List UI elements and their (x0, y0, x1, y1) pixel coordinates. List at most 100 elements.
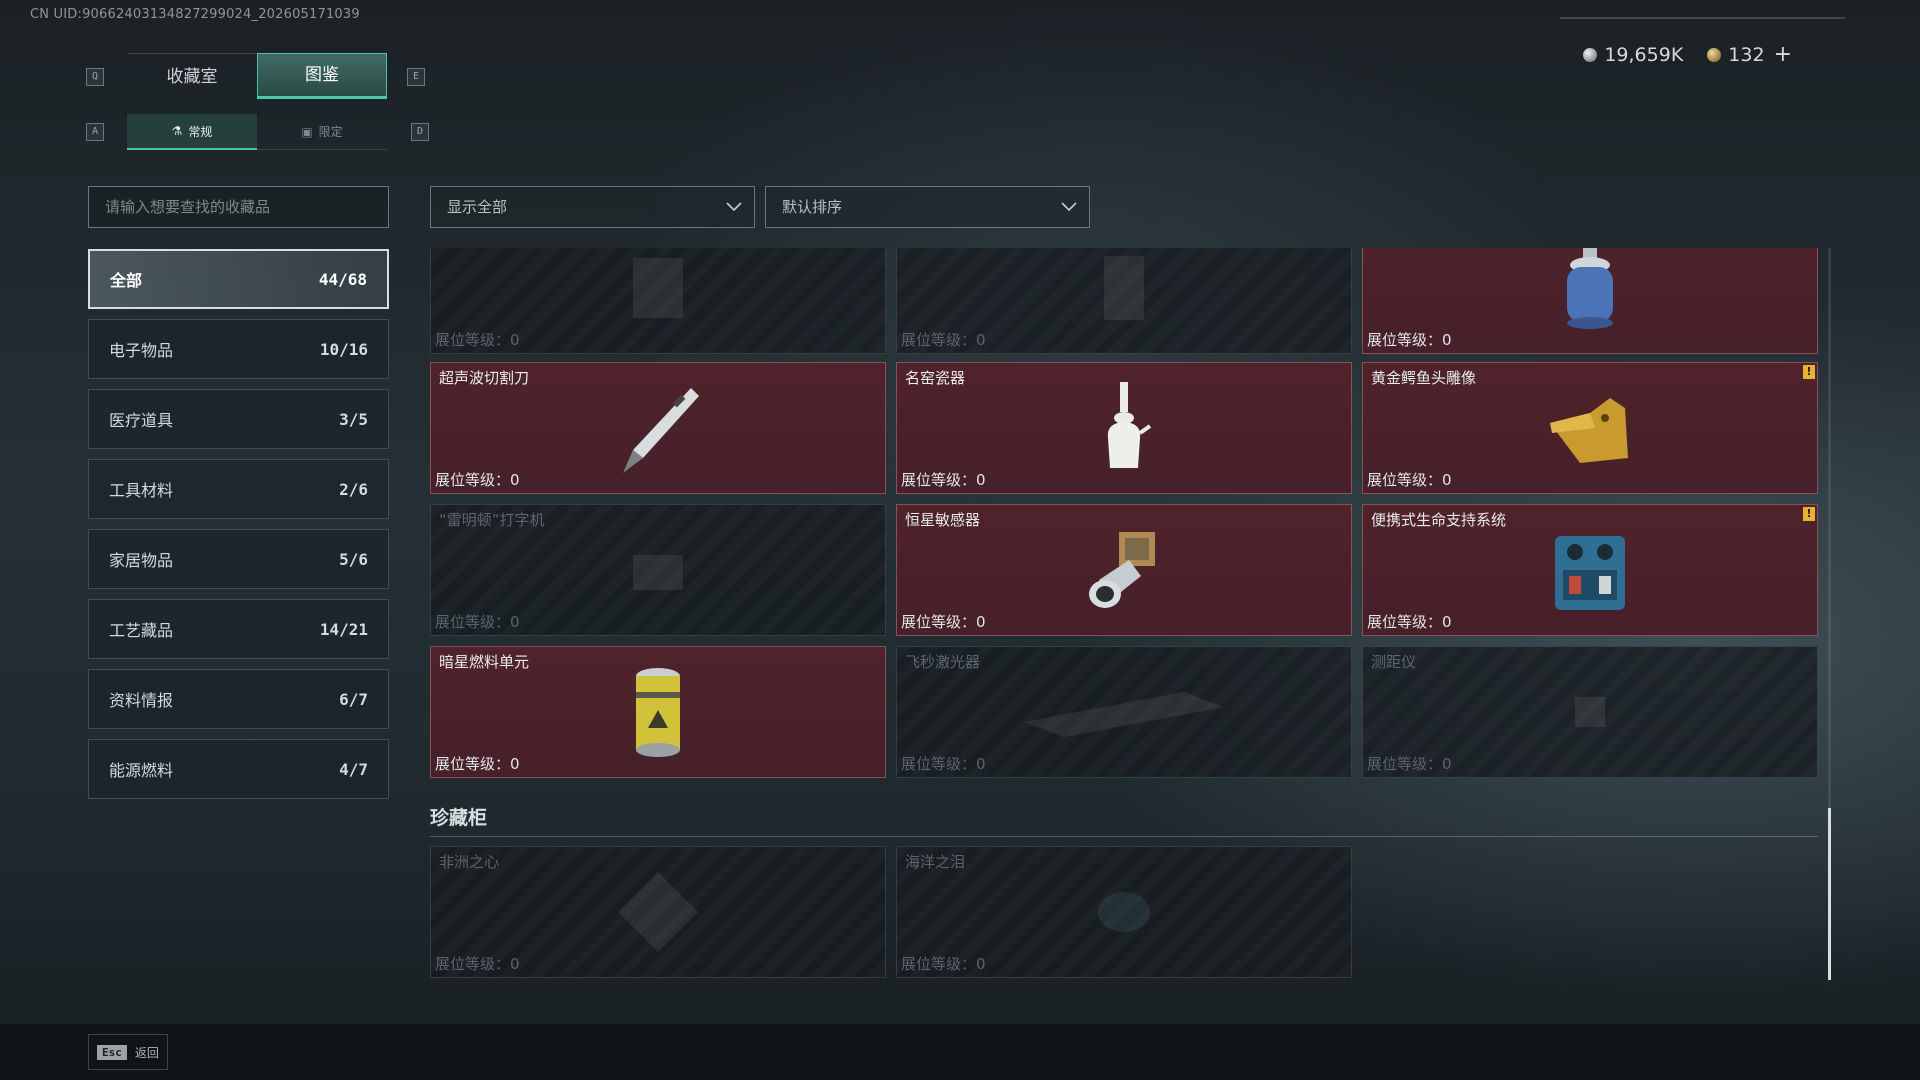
card-name: 非洲之心 (439, 853, 500, 871)
category-count: 4/7 (339, 759, 368, 779)
collection-card[interactable]: 黄金鳄鱼头雕像 ! 展位等级：0 (1362, 362, 1818, 494)
gem-icon (1098, 892, 1150, 932)
category-count: 6/7 (339, 689, 368, 709)
collection-card[interactable]: 海洋之泪 展位等级：0 (896, 846, 1352, 978)
flask-icon: ⚗ (171, 124, 183, 138)
card-level: 展位等级：0 (901, 755, 986, 773)
chevron-down-icon (1061, 202, 1077, 212)
image-icon: ▣ (301, 124, 313, 139)
section-divider (430, 836, 1818, 837)
category-label: 电子物品 (109, 341, 174, 360)
bottom-bar (0, 1024, 1920, 1080)
category-fuel[interactable]: 能源燃料 4/7 (88, 739, 389, 799)
filter-dropdown-value: 显示全部 (447, 198, 508, 216)
category-label: 工艺藏品 (109, 621, 174, 640)
card-name: 超声波切割刀 (439, 369, 530, 387)
subtab-limited-label: 限定 (318, 125, 343, 139)
category-count: 14/21 (319, 619, 368, 639)
key-hint-d[interactable]: D (411, 123, 429, 141)
key-hint-q[interactable]: Q (86, 68, 104, 86)
tab-catalog[interactable]: 图鉴 (257, 53, 387, 99)
generic-item-icon (633, 258, 683, 318)
category-label: 工具材料 (109, 481, 174, 500)
collection-card[interactable]: 测距仪 展位等级：0 (1362, 646, 1818, 778)
currency-bar: 19,659K 132 + (1583, 42, 1792, 67)
category-all[interactable]: 全部 44/68 (88, 249, 389, 309)
collection-grid: 展位等级：0 展位等级：0 展位等级：0 超声波切割刀 展位等级：0 名窑瓷器 (430, 248, 1818, 978)
collection-card[interactable]: 暗星燃料单元 展位等级：0 (430, 646, 886, 778)
life-support-icon (1555, 536, 1625, 610)
card-name: 恒星敏感器 (905, 511, 981, 529)
gold-coin-icon (1707, 47, 1722, 62)
gold-amount: 132 (1728, 43, 1765, 66)
back-label: 返回 (134, 1045, 159, 1060)
back-button[interactable]: Esc 返回 (88, 1034, 168, 1070)
card-level: 展位等级：0 (901, 955, 986, 973)
card-name: 黄金鳄鱼头雕像 (1371, 369, 1477, 387)
sort-dropdown[interactable]: 默认排序 (765, 186, 1090, 228)
category-label: 能源燃料 (109, 761, 174, 780)
sort-dropdown-value: 默认排序 (782, 198, 843, 216)
card-level: 展位等级：0 (435, 471, 520, 489)
alert-badge: ! (1803, 507, 1815, 521)
category-crafts[interactable]: 工艺藏品 14/21 (88, 599, 389, 659)
silver-coin-icon (1583, 47, 1598, 62)
collection-card[interactable]: 展位等级：0 (430, 248, 886, 354)
top-divider (1560, 17, 1845, 19)
collection-card[interactable]: 飞秒激光器 展位等级：0 (896, 646, 1352, 778)
add-currency-button[interactable]: + (1774, 42, 1792, 67)
subtab-regular-label: 常规 (188, 124, 213, 139)
card-level: 展位等级：0 (1367, 613, 1452, 631)
filter-dropdown[interactable]: 显示全部 (430, 186, 755, 228)
key-hint-e[interactable]: E (407, 68, 425, 86)
collection-card[interactable]: 展位等级：0 (896, 248, 1352, 354)
collection-card[interactable]: 名窑瓷器 展位等级：0 (896, 362, 1352, 494)
category-count: 5/6 (339, 549, 368, 569)
key-hint-a[interactable]: A (86, 123, 104, 141)
collection-card[interactable]: 非洲之心 展位等级：0 (430, 846, 886, 978)
generic-item-icon (1104, 256, 1144, 320)
card-name: “雷明顿”打字机 (439, 511, 545, 529)
category-tools[interactable]: 工具材料 2/6 (88, 459, 389, 519)
scrollbar-thumb[interactable] (1828, 808, 1831, 980)
laser-icon (1024, 692, 1224, 737)
card-level: 展位等级：0 (435, 955, 520, 973)
category-household[interactable]: 家居物品 5/6 (88, 529, 389, 589)
main-tabs: 收藏室 图鉴 (127, 53, 387, 99)
category-label: 资料情报 (109, 691, 174, 710)
category-electronics[interactable]: 电子物品 10/16 (88, 319, 389, 379)
alert-badge: ! (1803, 365, 1815, 379)
collection-card[interactable]: 展位等级：0 (1362, 248, 1818, 354)
collection-card[interactable]: 恒星敏感器 展位等级：0 (896, 504, 1352, 636)
collection-card[interactable]: 便携式生命支持系统 ! 展位等级：0 (1362, 504, 1818, 636)
gas-canister-icon (1567, 248, 1613, 330)
card-name: 飞秒激光器 (905, 653, 981, 671)
category-intel[interactable]: 资料情报 6/7 (88, 669, 389, 729)
silver-currency: 19,659K (1583, 44, 1683, 66)
card-level: 展位等级：0 (1367, 331, 1452, 349)
uid-label: CN UID:90662403134827299024_202605171039 (30, 7, 360, 22)
tab-collection-room[interactable]: 收藏室 (127, 53, 257, 99)
category-count: 3/5 (339, 409, 368, 429)
rangefinder-icon (1575, 697, 1605, 727)
card-level: 展位等级：0 (435, 613, 520, 631)
chevron-down-icon (726, 202, 742, 212)
collection-card[interactable]: “雷明顿”打字机 展位等级：0 (430, 504, 886, 636)
category-count: 2/6 (339, 479, 368, 499)
star-sensor-icon (1089, 532, 1155, 608)
subtab-limited[interactable]: ▣ 限定 (257, 114, 387, 150)
card-level: 展位等级：0 (1367, 471, 1452, 489)
collection-card[interactable]: 超声波切割刀 展位等级：0 (430, 362, 886, 494)
subtab-regular[interactable]: ⚗ 常规 (127, 114, 257, 150)
porcelain-vase-icon (1107, 382, 1152, 468)
search-input[interactable] (88, 186, 389, 228)
ultrasonic-knife-icon (623, 388, 699, 473)
card-level: 展位等级：0 (1367, 755, 1452, 773)
card-level: 展位等级：0 (901, 613, 986, 631)
card-name: 海洋之泪 (905, 853, 966, 871)
category-label: 全部 (110, 271, 143, 290)
category-medical[interactable]: 医疗道具 3/5 (88, 389, 389, 449)
treasure-section-title: 珍藏柜 (430, 807, 488, 829)
card-name: 名窑瓷器 (905, 369, 966, 387)
card-name: 便携式生命支持系统 (1371, 511, 1507, 529)
